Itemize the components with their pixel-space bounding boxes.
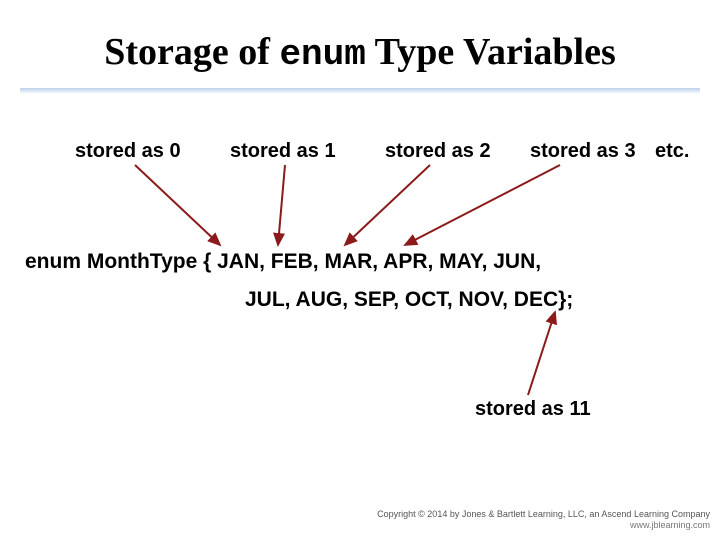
label-etc: etc. (655, 140, 689, 163)
label-stored-2: stored as 2 (385, 140, 491, 163)
enum-declaration-line1: enum MonthType { JAN, FEB, MAR, APR, MAY… (25, 250, 541, 274)
arrow-dec (528, 312, 555, 395)
label-stored-1: stored as 1 (230, 140, 336, 163)
title-code: enum (279, 34, 365, 75)
enum-declaration-line2: JUL, AUG, SEP, OCT, NOV, DEC}; (245, 288, 573, 312)
footer-copyright: Copyright © 2014 by Jones & Bartlett Lea… (377, 509, 710, 521)
slide-title: Storage of enum Type Variables (0, 30, 720, 75)
arrow-jan (135, 165, 220, 245)
label-stored-0: stored as 0 (75, 140, 181, 163)
title-underline (20, 88, 700, 94)
arrow-mar (345, 165, 430, 245)
title-part2: Type Variables (366, 31, 616, 73)
footer: Copyright © 2014 by Jones & Bartlett Lea… (377, 509, 710, 532)
label-stored-3: stored as 3 (530, 140, 636, 163)
arrow-feb (278, 165, 285, 245)
arrow-apr (405, 165, 560, 245)
title-part1: Storage of (104, 31, 279, 73)
label-stored-11: stored as 11 (475, 398, 591, 421)
footer-url: www.jblearning.com (377, 520, 710, 532)
